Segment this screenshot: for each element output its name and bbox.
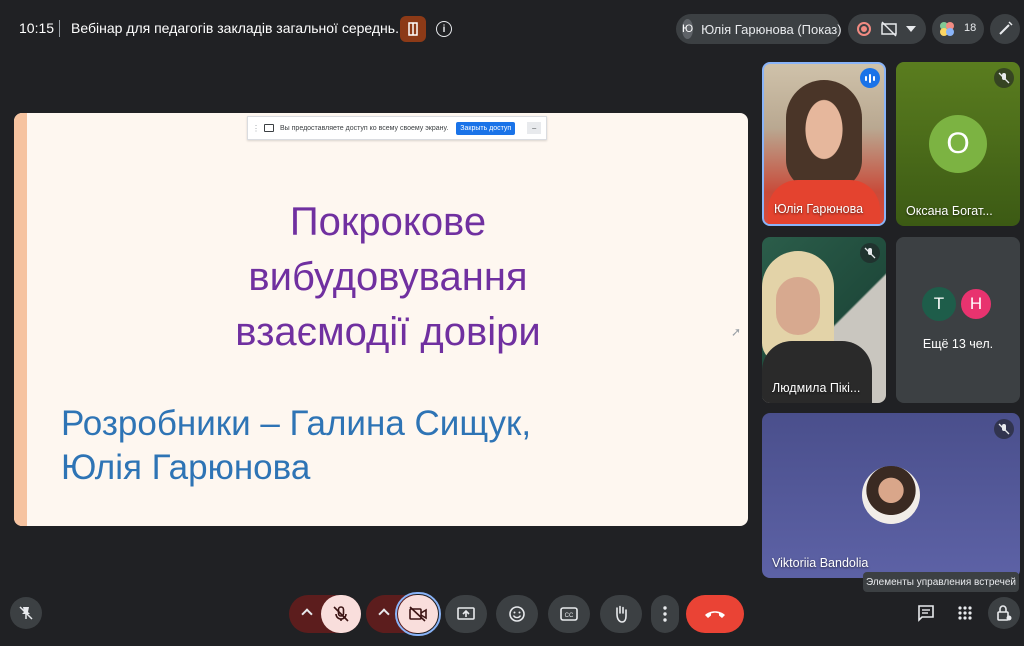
participant-tile-viktoriia[interactable]: Viktoriia Bandolia: [762, 413, 1020, 578]
emoji-icon: [509, 606, 525, 622]
host-controls-button[interactable]: [990, 14, 1020, 44]
chevron-up-icon[interactable]: [378, 608, 390, 620]
pin-button[interactable]: [10, 597, 42, 629]
slide-title-line: вибудовування: [248, 255, 528, 299]
activities-button[interactable]: [400, 16, 426, 42]
raise-hand-button[interactable]: [600, 595, 642, 633]
clock: 10:15: [19, 20, 55, 36]
presenter-label: Юлія Гарюнова (Показ): [701, 21, 842, 37]
lock-settings-icon: [997, 605, 1012, 621]
captions-button[interactable]: CC: [548, 595, 590, 633]
more-vert-icon: [663, 606, 667, 622]
pin-off-icon: [19, 606, 33, 620]
chevron-up-icon[interactable]: [301, 608, 313, 620]
avatar: Ю: [682, 19, 694, 39]
mic-off-icon: [860, 243, 880, 263]
participant-name: Юлія Гарюнова: [774, 202, 864, 216]
reactions-button[interactable]: [496, 595, 538, 633]
screen-off-icon: [881, 21, 897, 37]
slide-title-line: Покрокове: [289, 200, 487, 244]
slide-authors-line: Юлія Гарюнова: [61, 448, 311, 487]
mic-toggle-button[interactable]: [321, 595, 361, 633]
participant-name: Viktoriia Bandolia: [772, 556, 869, 570]
participant-video: [786, 80, 862, 190]
present-screen-icon: [457, 607, 475, 620]
mouse-cursor-icon: ➚: [731, 325, 742, 339]
hand-icon: [616, 605, 627, 623]
slide-title: Покрокове вибудовування взаємодії довіри: [44, 195, 732, 360]
apps-grid-icon: [958, 606, 972, 620]
tooltip: Элементы управления встречей: [863, 572, 1019, 592]
camera-toggle-button[interactable]: [395, 592, 441, 636]
more-participants-label: Ещё 13 чел.: [922, 337, 994, 351]
recording-controls[interactable]: [848, 14, 926, 44]
presentation-stage: ⋮ Вы предоставляете доступ ко всему свое…: [14, 113, 748, 526]
more-options-button[interactable]: [651, 595, 679, 633]
activities-button[interactable]: [952, 600, 978, 626]
participant-count: 18: [964, 22, 977, 34]
screen-share-banner: ⋮ Вы предоставляете доступ ко всему свое…: [247, 116, 547, 140]
slide-title-line: взаємодії довіри: [235, 310, 541, 354]
camera-control[interactable]: [366, 592, 441, 636]
captions-icon: CC: [560, 607, 578, 621]
share-banner-text: Вы предоставляете доступ ко всему своему…: [280, 124, 449, 132]
meeting-controls-button[interactable]: [988, 597, 1020, 629]
participant-name: Людмила Пікі...: [772, 381, 861, 395]
avatar: T: [922, 287, 956, 321]
camera-off-icon: [409, 606, 427, 622]
meeting-title: Вебінар для педагогів закладів загальної…: [71, 20, 407, 36]
slide-authors-line: Розробники – Галина Сищук,: [61, 404, 532, 443]
end-call-button[interactable]: [686, 595, 744, 633]
chevron-down-icon: [906, 26, 916, 32]
chat-button[interactable]: [913, 600, 939, 626]
participant-tile-oksana[interactable]: O Оксана Богат...: [896, 62, 1020, 226]
participant-tile-lyudmila[interactable]: Людмила Пікі...: [762, 237, 886, 403]
share-screen-icon: [264, 124, 274, 132]
divider: [59, 20, 60, 37]
presenter-pill[interactable]: Ю Юлія Гарюнова (Показ): [676, 14, 842, 44]
stop-sharing-button[interactable]: Закрыть доступ: [456, 121, 516, 135]
chat-icon: [918, 605, 934, 622]
participant-video-face: [776, 277, 820, 335]
info-icon[interactable]: i: [436, 21, 452, 37]
record-icon: [857, 22, 871, 36]
more-participants-tile[interactable]: T H Ещё 13 чел.: [896, 237, 1020, 403]
svg-text:CC: CC: [565, 613, 574, 619]
people-icon: [940, 22, 954, 36]
mic-off-icon: [994, 419, 1014, 439]
phone-hangup-icon: [705, 611, 725, 618]
minimize-button[interactable]: _: [527, 122, 542, 134]
avatar: H: [959, 287, 993, 321]
participant-name: Оксана Богат...: [906, 204, 993, 218]
pen-icon: [999, 21, 1013, 35]
mic-off-icon: [333, 606, 349, 622]
drag-handle-icon[interactable]: ⋮: [252, 124, 260, 133]
avatar: O: [929, 115, 987, 173]
slide-authors: Розробники – Галина Сищук, Юлія Гарюнова: [61, 402, 721, 490]
slide-accent-stripe: [14, 113, 27, 526]
speaking-indicator-icon: [860, 68, 880, 88]
avatar: [862, 466, 920, 524]
people-button[interactable]: 18: [932, 14, 984, 44]
microphone-control[interactable]: [289, 595, 361, 633]
participant-tile-yulia[interactable]: Юлія Гарюнова: [762, 62, 886, 226]
door-icon: [408, 22, 418, 36]
mic-off-icon: [994, 68, 1014, 88]
top-bar: 10:15 Вебінар для педагогів закладів заг…: [0, 0, 1024, 56]
present-screen-button[interactable]: [445, 595, 487, 633]
